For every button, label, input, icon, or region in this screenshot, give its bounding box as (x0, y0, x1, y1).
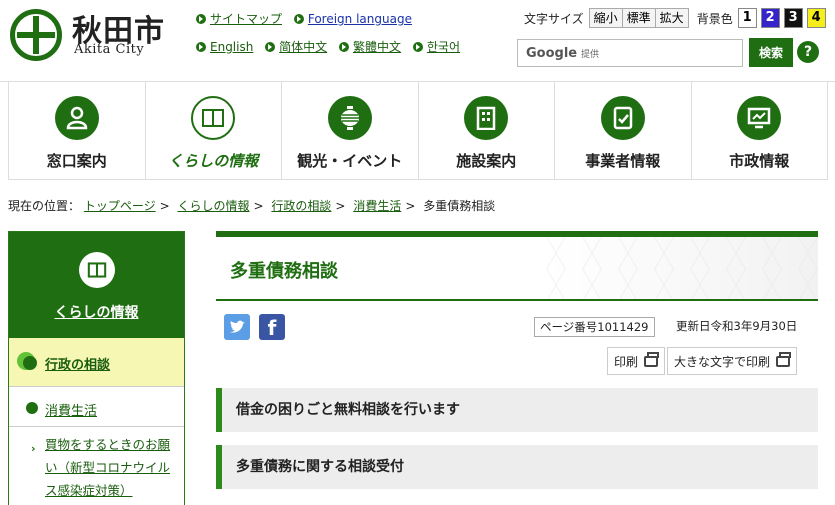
arrow-bullet-icon (196, 14, 206, 24)
arrow-bullet-icon (412, 42, 423, 52)
gnav-item-counter[interactable]: 窓口案内 (8, 82, 145, 179)
printer-icon (776, 351, 792, 367)
page-number: ページ番号1011429 (534, 317, 655, 337)
document-check-icon (600, 96, 645, 140)
breadcrumb-link[interactable]: くらしの情報 (178, 199, 250, 213)
breadcrumb-link[interactable]: トップページ (84, 199, 156, 213)
side-nav-heading-label[interactable]: くらしの情報 (9, 302, 184, 322)
breadcrumb-sep: > (159, 199, 170, 213)
simplified-chinese-link[interactable]: 简体中文 (265, 38, 327, 55)
gnav-label: 施設案内 (456, 152, 517, 170)
gnav-label: 事業者情報 (585, 152, 661, 170)
print-large-button[interactable]: 大きな文字で印刷 (667, 347, 798, 375)
side-nav: くらしの情報 行政の相談 消費生活 › 買物をするときのお願い（新型コロナウイル… (8, 231, 185, 505)
breadcrumb-current: 多重債務相談 (423, 199, 496, 213)
text-smaller-button[interactable]: 縮小 (588, 8, 623, 28)
search-button[interactable]: 検索 (749, 38, 793, 67)
breadcrumb: 現在の位置： トップページ > くらしの情報 > 行政の相談 > 消費生活 > 多重債務… (8, 197, 495, 214)
bg-color-label: 背景色 (696, 11, 733, 26)
gnav-label: 市政情報 (729, 152, 790, 170)
traditional-chinese-link[interactable]: 繁體中文 (339, 38, 401, 55)
help-icon[interactable]: ? (797, 41, 819, 63)
breadcrumb-sep: > (253, 199, 264, 213)
english-link[interactable]: English (196, 40, 253, 54)
foreign-language-link[interactable]: Foreign language (293, 12, 412, 26)
gnav-item-tourism[interactable]: 観光・イベント (281, 82, 418, 179)
updated-date: 更新日令和3年9月30日 (676, 319, 798, 333)
bullet-icon (17, 352, 37, 370)
bg-color-3-button[interactable]: 3 (783, 8, 803, 28)
gnav-label: 観光・イベント (297, 152, 403, 170)
twitter-icon[interactable] (224, 314, 250, 340)
lantern-icon (327, 96, 372, 140)
text-size-label: 文字サイズ (524, 11, 584, 26)
global-nav: 窓口案内 くらしの情報 観光・イベント 施設案内 事業者情報 市政情報 (8, 82, 828, 180)
title-pattern (538, 237, 818, 299)
site-header: 秋田市 Akita City サイトマップ Foreign language E… (0, 0, 835, 82)
search-brand: Google (526, 46, 578, 61)
utility-links-row2: English 简体中文 繁體中文 한국어 (196, 38, 468, 55)
gnav-item-business[interactable]: 事業者情報 (554, 82, 691, 179)
side-nav-sub[interactable]: 消費生活 (9, 387, 184, 427)
search-provided: 提供 (580, 50, 599, 60)
section-heading: 借金の困りごと無料相談を行います (216, 388, 818, 432)
side-nav-leaf[interactable]: › 買物をするときのお願い（新型コロナウイルス感染症対策） (9, 427, 184, 502)
facebook-icon[interactable]: f (259, 314, 285, 340)
breadcrumb-link[interactable]: 行政の相談 (271, 199, 331, 213)
gnav-item-living[interactable]: くらしの情報 (144, 82, 282, 179)
bg-color-4-button[interactable]: 4 (806, 8, 826, 28)
bg-color-1-button[interactable]: 1 (737, 8, 757, 28)
book-icon (79, 252, 115, 288)
arrow-bullet-icon (293, 14, 304, 24)
gnav-label: くらしの情報 (168, 152, 259, 170)
text-larger-button[interactable]: 拡大 (655, 8, 689, 28)
utility-links-row1: サイトマップ Foreign language (196, 10, 420, 27)
text-standard-button[interactable]: 標準 (622, 8, 656, 28)
chevron-right-icon: › (31, 442, 36, 455)
building-icon (464, 96, 509, 140)
city-emblem-icon[interactable] (10, 9, 62, 61)
print-button[interactable]: 印刷 (607, 347, 666, 375)
arrow-bullet-icon (265, 42, 276, 52)
printer-icon (644, 351, 660, 367)
side-nav-current[interactable]: 行政の相談 (9, 338, 184, 387)
side-nav-sub-label[interactable]: 消費生活 (45, 400, 97, 419)
breadcrumb-link[interactable]: 消費生活 (353, 199, 401, 213)
arrow-bullet-icon (339, 42, 350, 52)
bullet-icon (26, 402, 38, 414)
gnav-item-facilities[interactable]: 施設案内 (417, 82, 555, 179)
sitemap-link[interactable]: サイトマップ (196, 10, 282, 27)
arrow-bullet-icon (196, 42, 206, 52)
search-input[interactable]: Google 提供 (517, 39, 743, 67)
page-title-bar: 多重債務相談 (216, 231, 818, 301)
display-controls: 文字サイズ 縮小 標準 拡大 背景色 1 2 3 4 (524, 8, 830, 28)
person-icon (54, 96, 99, 140)
page-title: 多重債務相談 (230, 261, 338, 282)
korean-link[interactable]: 한국어 (412, 38, 460, 55)
side-nav-leaf-label[interactable]: 買物をするときのお願い（新型コロナウイルス感染症対策） (45, 437, 170, 498)
gnav-item-city-admin[interactable]: 市政情報 (690, 82, 828, 179)
section-heading: 多重債務に関する相談受付 (216, 445, 818, 489)
print-label: 印刷 (614, 354, 639, 369)
side-nav-current-label[interactable]: 行政の相談 (45, 354, 110, 373)
monitor-chart-icon (737, 96, 782, 140)
site-logo-en[interactable]: Akita City (74, 42, 144, 57)
book-icon (191, 96, 236, 140)
print-large-label: 大きな文字で印刷 (674, 354, 771, 369)
side-nav-heading[interactable]: くらしの情報 (9, 232, 184, 338)
breadcrumb-prefix: 現在の位置： (8, 199, 81, 213)
bg-color-2-button[interactable]: 2 (760, 8, 780, 28)
gnav-label: 窓口案内 (46, 152, 107, 170)
main-content: 多重債務相談 f ページ番号1011429 更新日令和3年9月30日 印刷 大き… (216, 231, 818, 489)
breadcrumb-sep: > (405, 199, 416, 213)
breadcrumb-sep: > (335, 199, 346, 213)
